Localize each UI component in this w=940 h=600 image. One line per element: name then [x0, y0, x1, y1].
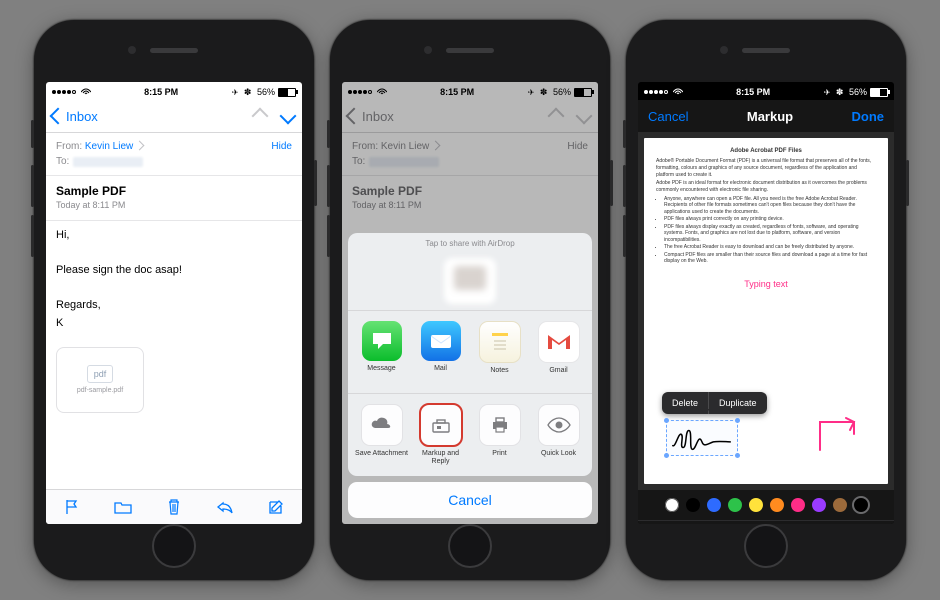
hide-button[interactable]: Hide: [271, 141, 292, 152]
status-time: 8:15 PM: [144, 87, 178, 97]
compose-icon[interactable]: [267, 499, 285, 515]
share-app-notes[interactable]: Notes: [473, 321, 527, 381]
color-swatch[interactable]: [833, 498, 847, 512]
color-swatch[interactable]: [749, 498, 763, 512]
color-swatch[interactable]: [770, 498, 784, 512]
cancel-button[interactable]: Cancel: [648, 109, 688, 124]
airdrop-contact[interactable]: [444, 258, 496, 304]
markup-document[interactable]: Adobe Acrobat PDF Files Adobe® Portable …: [644, 138, 888, 484]
color-palette: [638, 490, 894, 520]
popover-delete[interactable]: Delete: [662, 392, 708, 414]
typing-text-annotation[interactable]: Typing text: [656, 279, 876, 289]
color-swatch[interactable]: [791, 498, 805, 512]
share-app-message[interactable]: Message: [355, 321, 409, 381]
chevron-right-icon: [135, 141, 145, 151]
action-save-attachment[interactable]: Save Attachment: [355, 404, 409, 464]
mail-nav: Inbox: [46, 100, 302, 133]
color-swatch[interactable]: [728, 498, 742, 512]
mail-timestamp: Today at 8:11 PM: [46, 200, 302, 218]
share-sheet: Tap to share with AirDrop Message Mail N…: [348, 233, 592, 518]
color-swatch[interactable]: [707, 498, 721, 512]
phone-markup: 8:15 PM ✈ ✽ 56% Cancel Markup Done Adobe…: [626, 20, 906, 580]
share-app-gmail[interactable]: Gmail: [532, 321, 586, 381]
cancel-button[interactable]: Cancel: [348, 482, 592, 518]
edit-popover: Delete Duplicate: [662, 392, 767, 414]
color-swatch[interactable]: [665, 498, 679, 512]
from-name[interactable]: Kevin Liew: [85, 141, 133, 152]
doc-title: Adobe Acrobat PDF Files: [656, 148, 876, 154]
action-quick-look[interactable]: Quick Look: [532, 404, 586, 464]
action-markup-and-reply[interactable]: Markup and Reply: [414, 404, 468, 464]
mail-toolbar: [46, 489, 302, 524]
back-label: Inbox: [66, 109, 98, 124]
phone-share-sheet: 8:15 PM ✈ ✽ 56% Inbox From: Kevin Liew H…: [330, 20, 610, 580]
status-bar: 8:15 PM ✈ ✽ 56%: [46, 82, 302, 100]
phone-mail-message: 8:15 PM ✈ ✽ 56% Inbox From: Kevin Liew H…: [34, 20, 314, 580]
mail-body: Hi, Please sign the doc asap! Regards, K: [46, 221, 302, 339]
done-button[interactable]: Done: [851, 109, 884, 124]
status-battery-pct: 56%: [257, 87, 275, 97]
from-label: From:: [56, 141, 82, 152]
trash-icon[interactable]: [165, 499, 183, 515]
color-swatch[interactable]: [854, 498, 868, 512]
airdrop-hint: Tap to share with AirDrop: [348, 233, 592, 252]
popover-duplicate[interactable]: Duplicate: [709, 392, 767, 414]
back-button[interactable]: Inbox: [52, 109, 98, 124]
attachment-pdf[interactable]: pdf pdf-sample.pdf: [56, 347, 144, 413]
color-swatch[interactable]: [686, 498, 700, 512]
markup-nav: Cancel Markup Done: [638, 100, 894, 132]
to-label: To:: [56, 156, 69, 167]
home-button[interactable]: [152, 524, 196, 568]
prev-message-button[interactable]: [252, 108, 269, 125]
action-print[interactable]: Print: [473, 404, 527, 464]
drawn-shape[interactable]: [816, 416, 860, 456]
mail-subject: Sample PDF: [46, 176, 302, 200]
signature-annotation[interactable]: [666, 420, 738, 456]
reply-icon[interactable]: [216, 499, 234, 515]
home-button[interactable]: [448, 524, 492, 568]
color-swatch[interactable]: [812, 498, 826, 512]
markup-title: Markup: [747, 109, 793, 124]
to-recipient-redacted: [73, 157, 143, 167]
status-time: 8:15 PM: [736, 87, 770, 97]
share-app-mail[interactable]: Mail: [414, 321, 468, 381]
status-bar: 8:15 PM ✈ ✽ 56%: [638, 82, 894, 100]
attachment-filename: pdf-sample.pdf: [77, 387, 123, 394]
pdf-icon: pdf: [87, 365, 114, 383]
flag-icon[interactable]: [63, 499, 81, 515]
home-button[interactable]: [744, 524, 788, 568]
next-message-button[interactable]: [280, 108, 297, 125]
folder-icon[interactable]: [114, 499, 132, 515]
